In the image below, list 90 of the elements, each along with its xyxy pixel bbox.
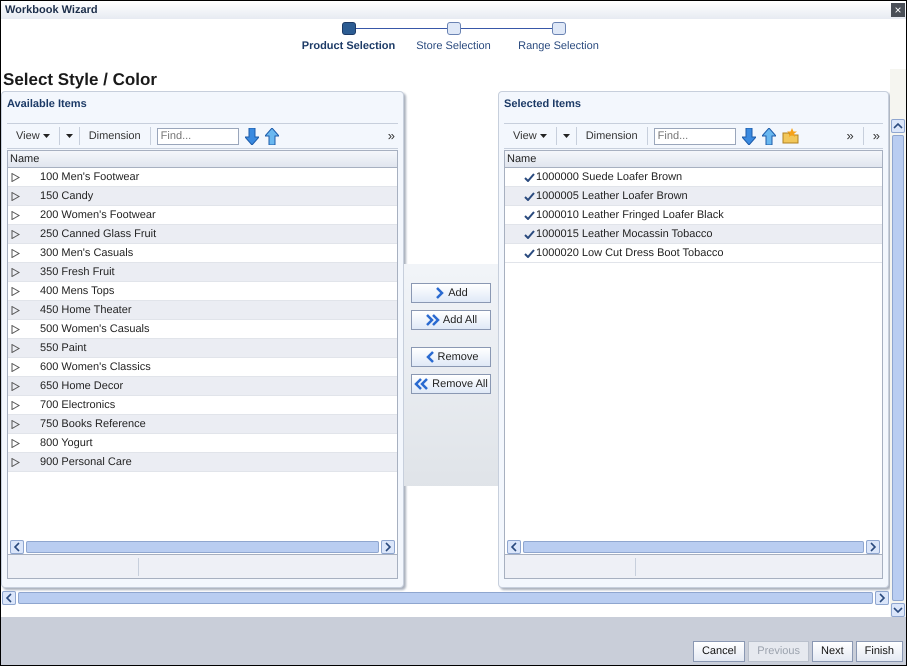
dimension-button[interactable]: Dimension <box>86 128 144 144</box>
panel-title: Available Items <box>7 92 398 124</box>
step-label[interactable]: Product Selection <box>302 38 396 54</box>
caret-icon <box>42 134 50 138</box>
expand-icon[interactable] <box>11 230 20 238</box>
scroll-left-button[interactable] <box>10 540 24 554</box>
overflow-button[interactable]: » <box>870 126 883 146</box>
caret-icon[interactable] <box>66 134 73 138</box>
view-menu[interactable]: View <box>510 128 550 144</box>
expand-icon[interactable] <box>11 192 20 200</box>
scroll-right-button[interactable] <box>381 540 395 554</box>
panel-title: Selected Items <box>504 92 883 124</box>
folder-star-icon[interactable] <box>782 128 799 144</box>
expand-icon[interactable] <box>11 458 20 466</box>
column-header[interactable]: Name <box>8 151 397 168</box>
dimension-button[interactable]: Dimension <box>582 128 641 144</box>
footer-button[interactable]: Cancel <box>692 641 746 662</box>
step-marker[interactable] <box>552 22 566 35</box>
check-icon <box>524 248 535 258</box>
tree-item[interactable]: 150 Candy <box>40 188 94 204</box>
check-icon <box>524 172 535 182</box>
tree-item[interactable]: 600 Women's Classics <box>40 358 151 376</box>
shuttle-button[interactable]: Add All <box>411 310 491 330</box>
tree-item[interactable]: 400 Mens Tops <box>40 282 114 300</box>
tree-item[interactable]: 700 Electronics <box>40 396 116 414</box>
scroll-down-button[interactable] <box>891 603 905 617</box>
expand-icon[interactable] <box>11 344 20 352</box>
expand-icon[interactable] <box>11 306 20 314</box>
expand-icon[interactable] <box>11 324 20 334</box>
page-title: Select Style / Color <box>2 69 158 91</box>
down-arrow-icon[interactable] <box>742 128 756 144</box>
find-field[interactable]: Find... <box>654 128 736 144</box>
expand-icon[interactable] <box>11 382 20 390</box>
scrollbar-thumb[interactable] <box>18 592 873 604</box>
tree-item[interactable]: 800 Yogurt <box>40 434 93 452</box>
check-icon <box>524 192 535 200</box>
chevron-right-icon <box>434 287 446 299</box>
overflow-button[interactable]: » <box>844 126 857 146</box>
expand-icon[interactable] <box>11 400 20 410</box>
caret-icon[interactable] <box>562 134 570 138</box>
find-field[interactable]: Find... <box>156 128 239 144</box>
tree-item[interactable]: 550 Paint <box>40 340 86 356</box>
column-header[interactable]: Name <box>505 151 882 168</box>
tree-item[interactable]: 1000000 Suede Loafer Brown <box>536 168 682 186</box>
scrollbar-thumb[interactable] <box>892 135 904 601</box>
scrollbar-thumb[interactable] <box>26 540 379 552</box>
overflow-button[interactable]: » <box>384 126 398 146</box>
footer-button[interactable]: Next <box>812 641 853 662</box>
scroll-right-button[interactable] <box>875 590 889 604</box>
window-title: Workbook Wizard <box>5 2 98 18</box>
shuttle-button[interactable]: Remove <box>411 347 491 367</box>
expand-icon[interactable] <box>11 248 20 258</box>
close-button[interactable]: × <box>891 3 905 17</box>
chevron-left-icon <box>424 351 435 363</box>
down-arrow-icon[interactable] <box>244 128 259 144</box>
tree-item[interactable]: 500 Women's Casuals <box>40 320 150 338</box>
scroll-left-button[interactable] <box>2 590 16 604</box>
tree-item[interactable]: 300 Men's Casuals <box>40 244 134 262</box>
up-arrow-icon[interactable] <box>762 128 776 144</box>
shuttle-button[interactable]: Remove All <box>411 374 491 394</box>
scrollbar-thumb[interactable] <box>523 540 864 552</box>
footer-button[interactable]: Finish <box>856 641 903 662</box>
tree-item[interactable]: 100 Men's Footwear <box>40 168 140 186</box>
check-icon <box>524 230 535 238</box>
view-menu[interactable]: View <box>13 128 53 144</box>
caret-icon <box>540 134 547 138</box>
step-label[interactable]: Store Selection <box>416 38 491 54</box>
expand-icon[interactable] <box>11 210 20 220</box>
expand-icon[interactable] <box>11 172 20 182</box>
expand-icon[interactable] <box>11 420 20 428</box>
tree-item[interactable]: 200 Women's Footwear <box>40 206 156 224</box>
expand-icon[interactable] <box>11 362 20 372</box>
step-marker[interactable] <box>342 22 356 35</box>
double-chevron-left-icon <box>414 378 430 390</box>
expand-icon[interactable] <box>11 286 20 296</box>
tree-item[interactable]: 350 Fresh Fruit <box>40 264 115 280</box>
scroll-right-button[interactable] <box>866 540 880 554</box>
up-arrow-icon[interactable] <box>264 128 279 144</box>
scroll-up-button[interactable] <box>891 119 905 133</box>
tree-item[interactable]: 1000020 Low Cut Dress Boot Tobacco <box>536 244 724 262</box>
double-chevron-right-icon <box>424 314 440 326</box>
step-label[interactable]: Range Selection <box>518 38 599 54</box>
expand-icon[interactable] <box>11 438 20 448</box>
tree-item[interactable]: 1000010 Leather Fringed Loafer Black <box>536 206 724 224</box>
scroll-left-button[interactable] <box>507 540 521 554</box>
expand-icon[interactable] <box>11 268 20 276</box>
shuttle-button[interactable]: Add <box>411 283 491 303</box>
tree-item[interactable]: 650 Home Decor <box>40 378 124 394</box>
step-marker[interactable] <box>446 22 460 35</box>
check-icon <box>524 210 535 220</box>
